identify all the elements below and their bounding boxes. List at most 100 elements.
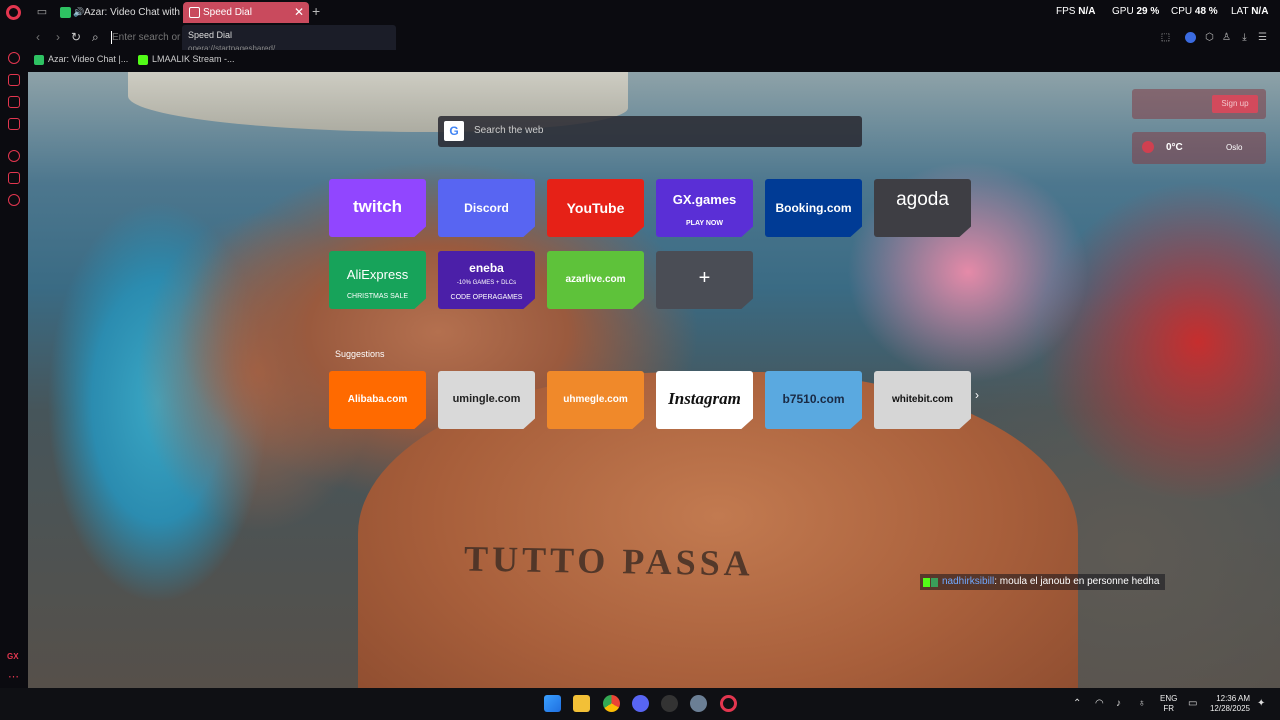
profile-icon[interactable]: ♙ [1221,32,1232,43]
lat-value: N/A [1251,6,1269,17]
new-tab-button[interactable]: + [312,3,320,19]
volume-icon[interactable]: ♪ [1116,698,1121,709]
weather-widget[interactable]: 0°C Oslo [1132,132,1266,164]
opera-logo-icon[interactable] [6,5,21,20]
chat-message: : moula el janoub en personne hedha [994,576,1160,587]
snapshot-icon[interactable]: ⬚ [1160,32,1171,43]
speaker-icon[interactable]: 🔊 [73,2,84,23]
chrome-icon[interactable] [603,695,620,712]
fps-stat: FPS N/A [1056,6,1095,17]
tile-azarlive[interactable]: azarlive.com [547,251,644,309]
tile-gx-games[interactable]: GX.games PLAY NOW [656,179,753,237]
google-icon: G [444,121,464,141]
file-explorer-icon[interactable] [573,695,590,712]
signup-button[interactable]: Sign up [1212,95,1258,113]
notifications-icon[interactable]: ✦ [1257,698,1265,709]
download-icon[interactable]: ⤓ [1239,32,1250,43]
weather-temperature: 0°C [1166,142,1183,153]
tile-gx-games-sub: PLAY NOW [686,220,723,227]
show-hidden-icons-icon[interactable]: ⌃ [1073,698,1081,709]
tile-booking-label: Booking.com [775,201,852,215]
tile-aliexpress-label: AliExpress [346,267,409,282]
weather-city: Oslo [1226,143,1243,152]
back-icon[interactable]: ‹ [36,30,40,44]
cpu-value: 48 % [1194,6,1218,17]
github-icon[interactable] [661,695,678,712]
more-icon[interactable]: ⋯ [8,670,19,683]
tab-azar[interactable]: 🔊 Azar: Video Chat with f [56,2,180,23]
tab-strip: ▭ 🔊 Azar: Video Chat with f Speed Dial ✕… [0,0,1280,25]
gx-corner-icon[interactable] [8,74,20,86]
settings-icon[interactable] [8,194,20,206]
speed-dial-page: TUTTO PASSA G Search the web Sign up 0°C… [28,72,1280,688]
weather-icon [1142,141,1154,153]
suggestion-instagram-label: Instagram [668,389,741,408]
bookmark-lmaalik[interactable]: LMAALIK Stream -... [138,54,235,65]
cpu-label: CPU [1171,6,1193,17]
suggestions-next-icon[interactable]: › [975,388,979,402]
windows-start-icon[interactable] [544,695,561,712]
suggestions-title: Suggestions [335,349,385,359]
add-site-tile[interactable]: + [656,251,753,309]
bookmarks-bar: Azar: Video Chat |... LMAALIK Stream -..… [28,50,1280,72]
suggestion-uhmegle[interactable]: uhmegle.com [547,371,644,429]
gx-label[interactable]: GX [7,652,19,661]
tile-aliexpress[interactable]: AliExpress CHRISTMAS SALE [329,251,426,309]
wallpaper-tattoo-text: TUTTO PASSA [463,538,755,584]
extensions-sidebar-icon[interactable] [8,172,20,184]
forward-icon[interactable]: › [56,30,60,44]
easy-setup-icon[interactable]: ☰ [1257,32,1268,43]
tile-agoda[interactable]: agoda [874,179,971,237]
vpn-icon[interactable] [1185,32,1196,43]
discord-icon[interactable] [632,695,649,712]
reload-icon[interactable]: ↻ [71,30,81,44]
taskbar-date: 12/28/2025 [1209,704,1250,713]
tile-agoda-label: agoda [896,189,949,210]
tile-eneba-label: eneba [469,261,504,275]
web-search-box[interactable]: G Search the web [438,116,862,147]
close-tab-icon[interactable]: ✕ [294,2,304,23]
suggestion-whitebit[interactable]: whitebit.com [874,371,971,429]
suggestion-alibaba[interactable]: Alibaba.com [329,371,426,429]
microphone-icon[interactable]: ♁ [1138,698,1146,709]
opera-gx-taskbar-icon[interactable] [720,695,737,712]
chat-badges-icon [923,577,940,587]
messenger-sidebar-icon[interactable] [8,118,20,130]
tile-twitch[interactable]: twitch [329,179,426,237]
suggestion-b7510[interactable]: b7510.com [765,371,862,429]
tile-eneba[interactable]: eneba -10% GAMES + DLCs CODE OPERAGAMES [438,251,535,309]
gpu-label: GPU [1112,6,1134,17]
extensions-icon[interactable]: ⬡ [1204,32,1215,43]
tile-discord-label: Discord [464,201,509,215]
input-language-bottom: FR [1163,704,1174,713]
input-language[interactable]: ENG FR [1160,694,1177,714]
suggestion-umingle[interactable]: umingle.com [438,371,535,429]
gx-control-icon[interactable] [8,52,20,64]
tab-speed-dial-title: Speed Dial [203,7,252,18]
twitch-sidebar-icon[interactable] [8,96,20,108]
tile-booking[interactable]: Booking.com [765,179,862,237]
suggestion-umingle-label: umingle.com [452,393,521,405]
workspaces-icon[interactable]: ▭ [34,4,50,20]
bookmark-azar[interactable]: Azar: Video Chat |... [34,54,128,65]
taskbar-clock[interactable]: 12:36 AM 12/28/2025 [1208,694,1250,714]
history-icon[interactable] [8,150,20,162]
lat-label: LAT [1231,6,1249,17]
suggestion-uhmegle-label: uhmegle.com [563,394,628,405]
suggestion-instagram[interactable]: Instagram [656,371,753,429]
input-language-top: ENG [1160,694,1178,703]
tile-discord[interactable]: Discord [438,179,535,237]
display-icon[interactable]: ▭ [1188,698,1197,709]
kick-bookmark-icon [138,55,148,65]
azar-bookmark-icon [34,55,44,65]
fps-label: FPS [1056,6,1076,17]
tab-azar-title: Azar: Video Chat with f [84,7,180,18]
search-icon: ⌕ [92,30,99,44]
fps-value: N/A [1078,6,1096,17]
tab-speed-dial[interactable]: Speed Dial ✕ [183,2,309,23]
tile-youtube-label: YouTube [566,200,625,216]
headset-icon[interactable]: ◠ [1095,698,1104,709]
address-input[interactable] [112,29,192,46]
steam-icon[interactable] [690,695,707,712]
tile-youtube[interactable]: YouTube [547,179,644,237]
